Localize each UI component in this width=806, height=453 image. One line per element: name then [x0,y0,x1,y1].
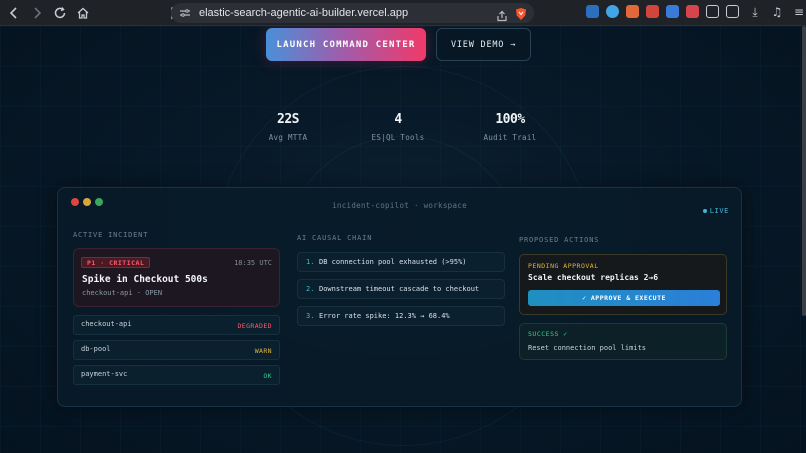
reload-button[interactable] [51,4,69,22]
stat-audit-trail: 100% Audit Trail [476,112,544,142]
workspace-title: incident-copilot · workspace [332,201,467,210]
chat-extension-icon[interactable] [606,5,619,18]
success-action-card: SUCCESS ✓ Reset connection pool limits [519,323,727,360]
service-name: db-pool [81,345,111,353]
proposed-actions-heading: PROPOSED ACTIONS [519,236,600,244]
approve-execute-button[interactable]: ✓ APPROVE & EXECUTE [528,290,720,306]
puzzle-blue-extension-icon[interactable] [666,5,679,18]
service-status: DEGRADED [237,322,272,330]
stat-value: 100% [495,112,525,127]
url-text[interactable]: elastic-search-agentic-ai-builder.vercel… [199,7,408,19]
live-dot-icon [702,209,707,213]
reload-icon [54,6,66,18]
causal-step-number: 2. [306,285,315,293]
pending-approval-card: PENDING APPROVAL Scale checkout replicas… [519,254,727,315]
chevron-right-icon [34,6,42,19]
causal-step[interactable]: 1. DB connection pool exhausted (>95%) [297,252,505,272]
screenshot-extension-icon[interactable] [726,5,739,18]
red-extension-icon[interactable] [686,5,699,18]
incident-title: Spike in Checkout 500s [82,274,208,285]
incident-subtitle: checkout-api · OPEN [82,289,163,297]
causal-step[interactable]: 2. Downstream timeout cascade to checkou… [297,279,505,299]
service-name: payment-svc [81,370,128,378]
service-row-db-pool[interactable]: db-pool WARN [73,340,280,360]
service-status: WARN [254,347,272,355]
stat-avg-mtta: 22S Avg MTTA [258,112,318,142]
success-action-text: Reset connection pool limits [528,344,647,352]
stat-label: ES|QL Tools [371,133,425,142]
stat-value: 22S [277,112,299,127]
site-settings-icon[interactable] [179,7,191,19]
launch-command-center-button[interactable]: LAUNCH COMMAND CENTER [266,28,426,61]
stat-esql-tools: 4 ES|QL Tools [362,112,434,142]
causal-step-number: 1. [306,258,315,266]
download-icon[interactable]: ⤓ [748,5,762,19]
incident-time: 18:35 UTC [234,259,272,267]
forward-button[interactable] [28,4,46,22]
home-button[interactable] [74,4,92,22]
home-icon [77,7,89,19]
browser-toolbar: elastic-search-agentic-ai-builder.vercel… [0,0,806,26]
brave-shields-icon[interactable] [514,6,528,20]
page-content: LAUNCH COMMAND CENTER VIEW DEMO → 22S Av… [0,26,806,453]
stat-label: Audit Trail [483,133,537,142]
service-row-checkout-api[interactable]: checkout-api DEGRADED [73,315,280,335]
translate-extension-icon[interactable] [586,5,599,18]
causal-step-text: Downstream timeout cascade to checkout [319,285,480,293]
chevron-left-icon [9,6,17,19]
back-button[interactable] [5,4,23,22]
causal-step-text: Error rate spike: 12.3% → 68.4% [319,312,450,320]
workspace-panel: incident-copilot · workspace LIVE ACTIVE… [57,187,742,407]
stat-label: Avg MTTA [268,133,308,142]
diff-extension-icon[interactable] [646,5,659,18]
stat-value: 4 [394,112,402,127]
menu-icon[interactable]: ≡ [792,5,806,19]
media-icon[interactable]: ♫ [770,5,784,19]
live-badge: LIVE [702,207,729,215]
pending-approval-label: PENDING APPROVAL [528,262,599,270]
page-scrollbar[interactable] [802,26,806,316]
success-label: SUCCESS ✓ [528,330,568,338]
service-name: checkout-api [81,320,132,328]
causal-step[interactable]: 3. Error rate spike: 12.3% → 68.4% [297,306,505,326]
pending-action-title: Scale checkout replicas 2→6 [528,273,659,282]
causal-chain-heading: AI CAUSAL CHAIN [297,234,373,242]
extensions-puzzle-icon[interactable] [706,5,719,18]
live-label: LIVE [709,207,729,215]
view-demo-button[interactable]: VIEW DEMO → [436,28,531,61]
share-icon[interactable] [496,7,508,22]
fox-extension-icon[interactable] [626,5,639,18]
incident-card[interactable]: P1 · CRITICAL 18:35 UTC Spike in Checkou… [73,248,280,307]
extensions-bar [586,5,739,18]
causal-step-number: 3. [306,312,315,320]
service-row-payment-svc[interactable]: payment-svc OK [73,365,280,385]
browser-tools: ⤓ ♫ ≡ [748,5,806,20]
service-status: OK [263,372,272,380]
active-incident-heading: ACTIVE INCIDENT [73,231,149,239]
severity-badge: P1 · CRITICAL [81,257,151,268]
address-bar[interactable]: elastic-search-agentic-ai-builder.vercel… [171,3,534,23]
causal-step-text: DB connection pool exhausted (>95%) [319,258,467,266]
